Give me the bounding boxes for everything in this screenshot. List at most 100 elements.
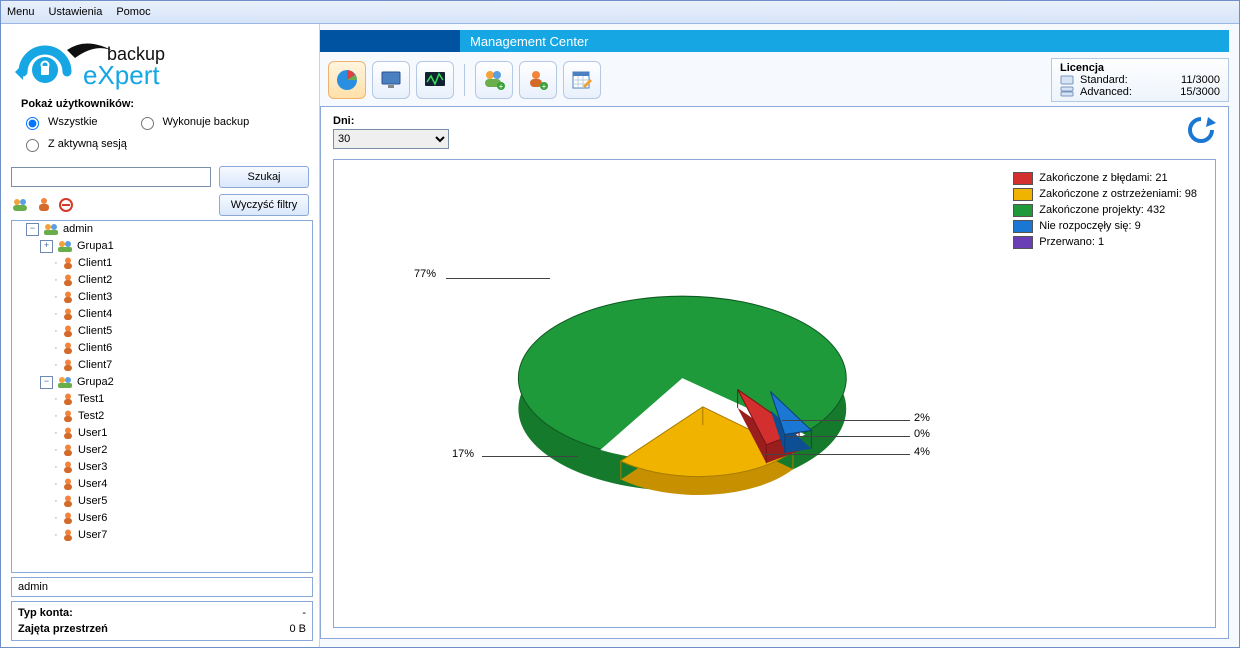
filter-radio-all[interactable] xyxy=(26,117,39,130)
expand-icon[interactable]: − xyxy=(26,223,39,236)
user-icon xyxy=(62,291,74,304)
days-select[interactable]: 30 xyxy=(333,129,449,149)
group-icon xyxy=(57,376,73,390)
group-icon xyxy=(43,223,59,237)
filter-header: Pokaż użytkowników: xyxy=(21,98,309,110)
svg-text:+: + xyxy=(542,82,547,91)
tree-user-item[interactable]: ·Client5 xyxy=(54,323,312,340)
tree-user-item[interactable]: ·Client4 xyxy=(54,306,312,323)
search-input[interactable] xyxy=(11,167,211,187)
tree-user-item[interactable]: ·Client2 xyxy=(54,272,312,289)
callout-2: 2% xyxy=(914,412,930,424)
search-button[interactable]: Szukaj xyxy=(219,166,309,188)
sidebar: backup eXpert Pokaż użytkowników: Wszyst… xyxy=(1,24,320,647)
user-icon xyxy=(62,359,74,372)
refresh-button[interactable] xyxy=(1186,115,1216,145)
account-type-value: - xyxy=(302,607,306,619)
content-panel: Dni: 30 Zakończone z błędami: 21 Zakończ… xyxy=(320,106,1229,639)
user-icon xyxy=(62,427,74,440)
tree-user-item[interactable]: ·User5 xyxy=(54,493,312,510)
svg-text:+: + xyxy=(499,82,504,91)
filter-radio-backup[interactable] xyxy=(141,117,154,130)
callout-0: 0% xyxy=(914,428,930,440)
calendar-edit-icon xyxy=(570,68,594,92)
callout-4: 4% xyxy=(914,446,930,458)
toolbar-activity-button[interactable] xyxy=(416,61,454,99)
user-icon xyxy=(62,257,74,270)
chart-container: Zakończone z błędami: 21 Zakończone z os… xyxy=(333,159,1216,628)
user-icon xyxy=(62,342,74,355)
disk-icon xyxy=(1060,75,1074,85)
user-filter-panel: Pokaż użytkowników: Wszystkie Wykonuje b… xyxy=(1,96,319,164)
tree-user-item[interactable]: ·User1 xyxy=(54,425,312,442)
add-user-icon: + xyxy=(526,68,550,92)
expand-icon[interactable]: + xyxy=(40,240,53,253)
title-bar: Management Center xyxy=(320,30,1229,52)
account-info-panel: Typ konta: - Zajęta przestrzeń 0 B xyxy=(11,601,313,641)
menu-item-menu[interactable]: Menu xyxy=(7,6,35,18)
user-icon xyxy=(62,393,74,406)
user-tree[interactable]: − admin + Grupa1 ·Client1·Client2·Client… xyxy=(11,220,313,573)
tree-group1[interactable]: Grupa1 xyxy=(77,238,114,255)
tree-user-item[interactable]: ·Test2 xyxy=(54,408,312,425)
toolbar-dashboard-button[interactable] xyxy=(328,61,366,99)
filter-label-all: Wszystkie xyxy=(48,116,98,128)
user-icon xyxy=(62,308,74,321)
app-logo: backup eXpert xyxy=(1,24,319,96)
tree-user-item[interactable]: ·Client1 xyxy=(54,255,312,272)
menu-item-settings[interactable]: Ustawienia xyxy=(49,6,103,18)
user-icon xyxy=(62,478,74,491)
current-user: admin xyxy=(18,581,48,593)
user-icon xyxy=(62,444,74,457)
users-icon[interactable] xyxy=(11,197,29,213)
menu-item-help[interactable]: Pomoc xyxy=(116,6,150,18)
license-box: Licencja Standard: 11/3000 Advanced: 15/… xyxy=(1051,58,1229,102)
user-icon xyxy=(62,274,74,287)
tree-user-item[interactable]: ·User3 xyxy=(54,459,312,476)
filter-label-backup: Wykonuje backup xyxy=(163,116,250,128)
toolbar-add-user-button[interactable]: + xyxy=(519,61,557,99)
group-icon xyxy=(57,240,73,254)
filter-radio-active[interactable] xyxy=(26,139,39,152)
activity-icon xyxy=(423,68,447,92)
tree-user-item[interactable]: ·Client3 xyxy=(54,289,312,306)
page-title: Management Center xyxy=(460,30,1229,52)
callout-17: 17% xyxy=(452,448,474,460)
tree-user-item[interactable]: ·User7 xyxy=(54,527,312,544)
account-type-label: Typ konta: xyxy=(18,607,73,619)
pie-chart: 77% 17% 4% 2% 0% xyxy=(334,160,1215,627)
current-user-panel: admin xyxy=(11,577,313,597)
block-icon[interactable] xyxy=(59,198,73,212)
main-panel: Management Center + + xyxy=(320,24,1239,647)
tree-user-item[interactable]: ·Client6 xyxy=(54,340,312,357)
menu-bar: Menu Ustawienia Pomoc xyxy=(1,1,1239,24)
license-standard-label: Standard: xyxy=(1080,74,1175,86)
tree-user-item[interactable]: ·Client7 xyxy=(54,357,312,374)
tree-user-item[interactable]: ·User4 xyxy=(54,476,312,493)
user-icon[interactable] xyxy=(37,197,51,213)
user-icon xyxy=(62,512,74,525)
toolbar-add-users-button[interactable]: + xyxy=(475,61,513,99)
tree-user-item[interactable]: ·User2 xyxy=(54,442,312,459)
license-standard-value: 11/3000 xyxy=(1181,74,1220,86)
tree-user-item[interactable]: ·User6 xyxy=(54,510,312,527)
monitor-icon xyxy=(379,68,403,92)
tree-group2[interactable]: Grupa2 xyxy=(77,374,114,391)
days-label: Dni: xyxy=(333,115,449,127)
space-label: Zajęta przestrzeń xyxy=(18,623,108,635)
user-icon xyxy=(62,461,74,474)
main-toolbar: + + Licencja Standard: 11/3000 xyxy=(320,56,1239,106)
filter-label-active: Z aktywną sesją xyxy=(48,138,127,150)
expand-icon[interactable]: − xyxy=(40,376,53,389)
space-value: 0 B xyxy=(289,623,306,635)
add-users-icon: + xyxy=(482,68,506,92)
toolbar-calendar-button[interactable] xyxy=(563,61,601,99)
license-title: Licencja xyxy=(1060,62,1220,74)
clear-filters-button[interactable]: Wyczyść filtry xyxy=(219,194,309,216)
callout-77: 77% xyxy=(414,268,436,280)
user-icon xyxy=(62,325,74,338)
disks-icon xyxy=(1060,86,1074,98)
toolbar-computers-button[interactable] xyxy=(372,61,410,99)
tree-root[interactable]: admin xyxy=(63,221,93,238)
tree-user-item[interactable]: ·Test1 xyxy=(54,391,312,408)
